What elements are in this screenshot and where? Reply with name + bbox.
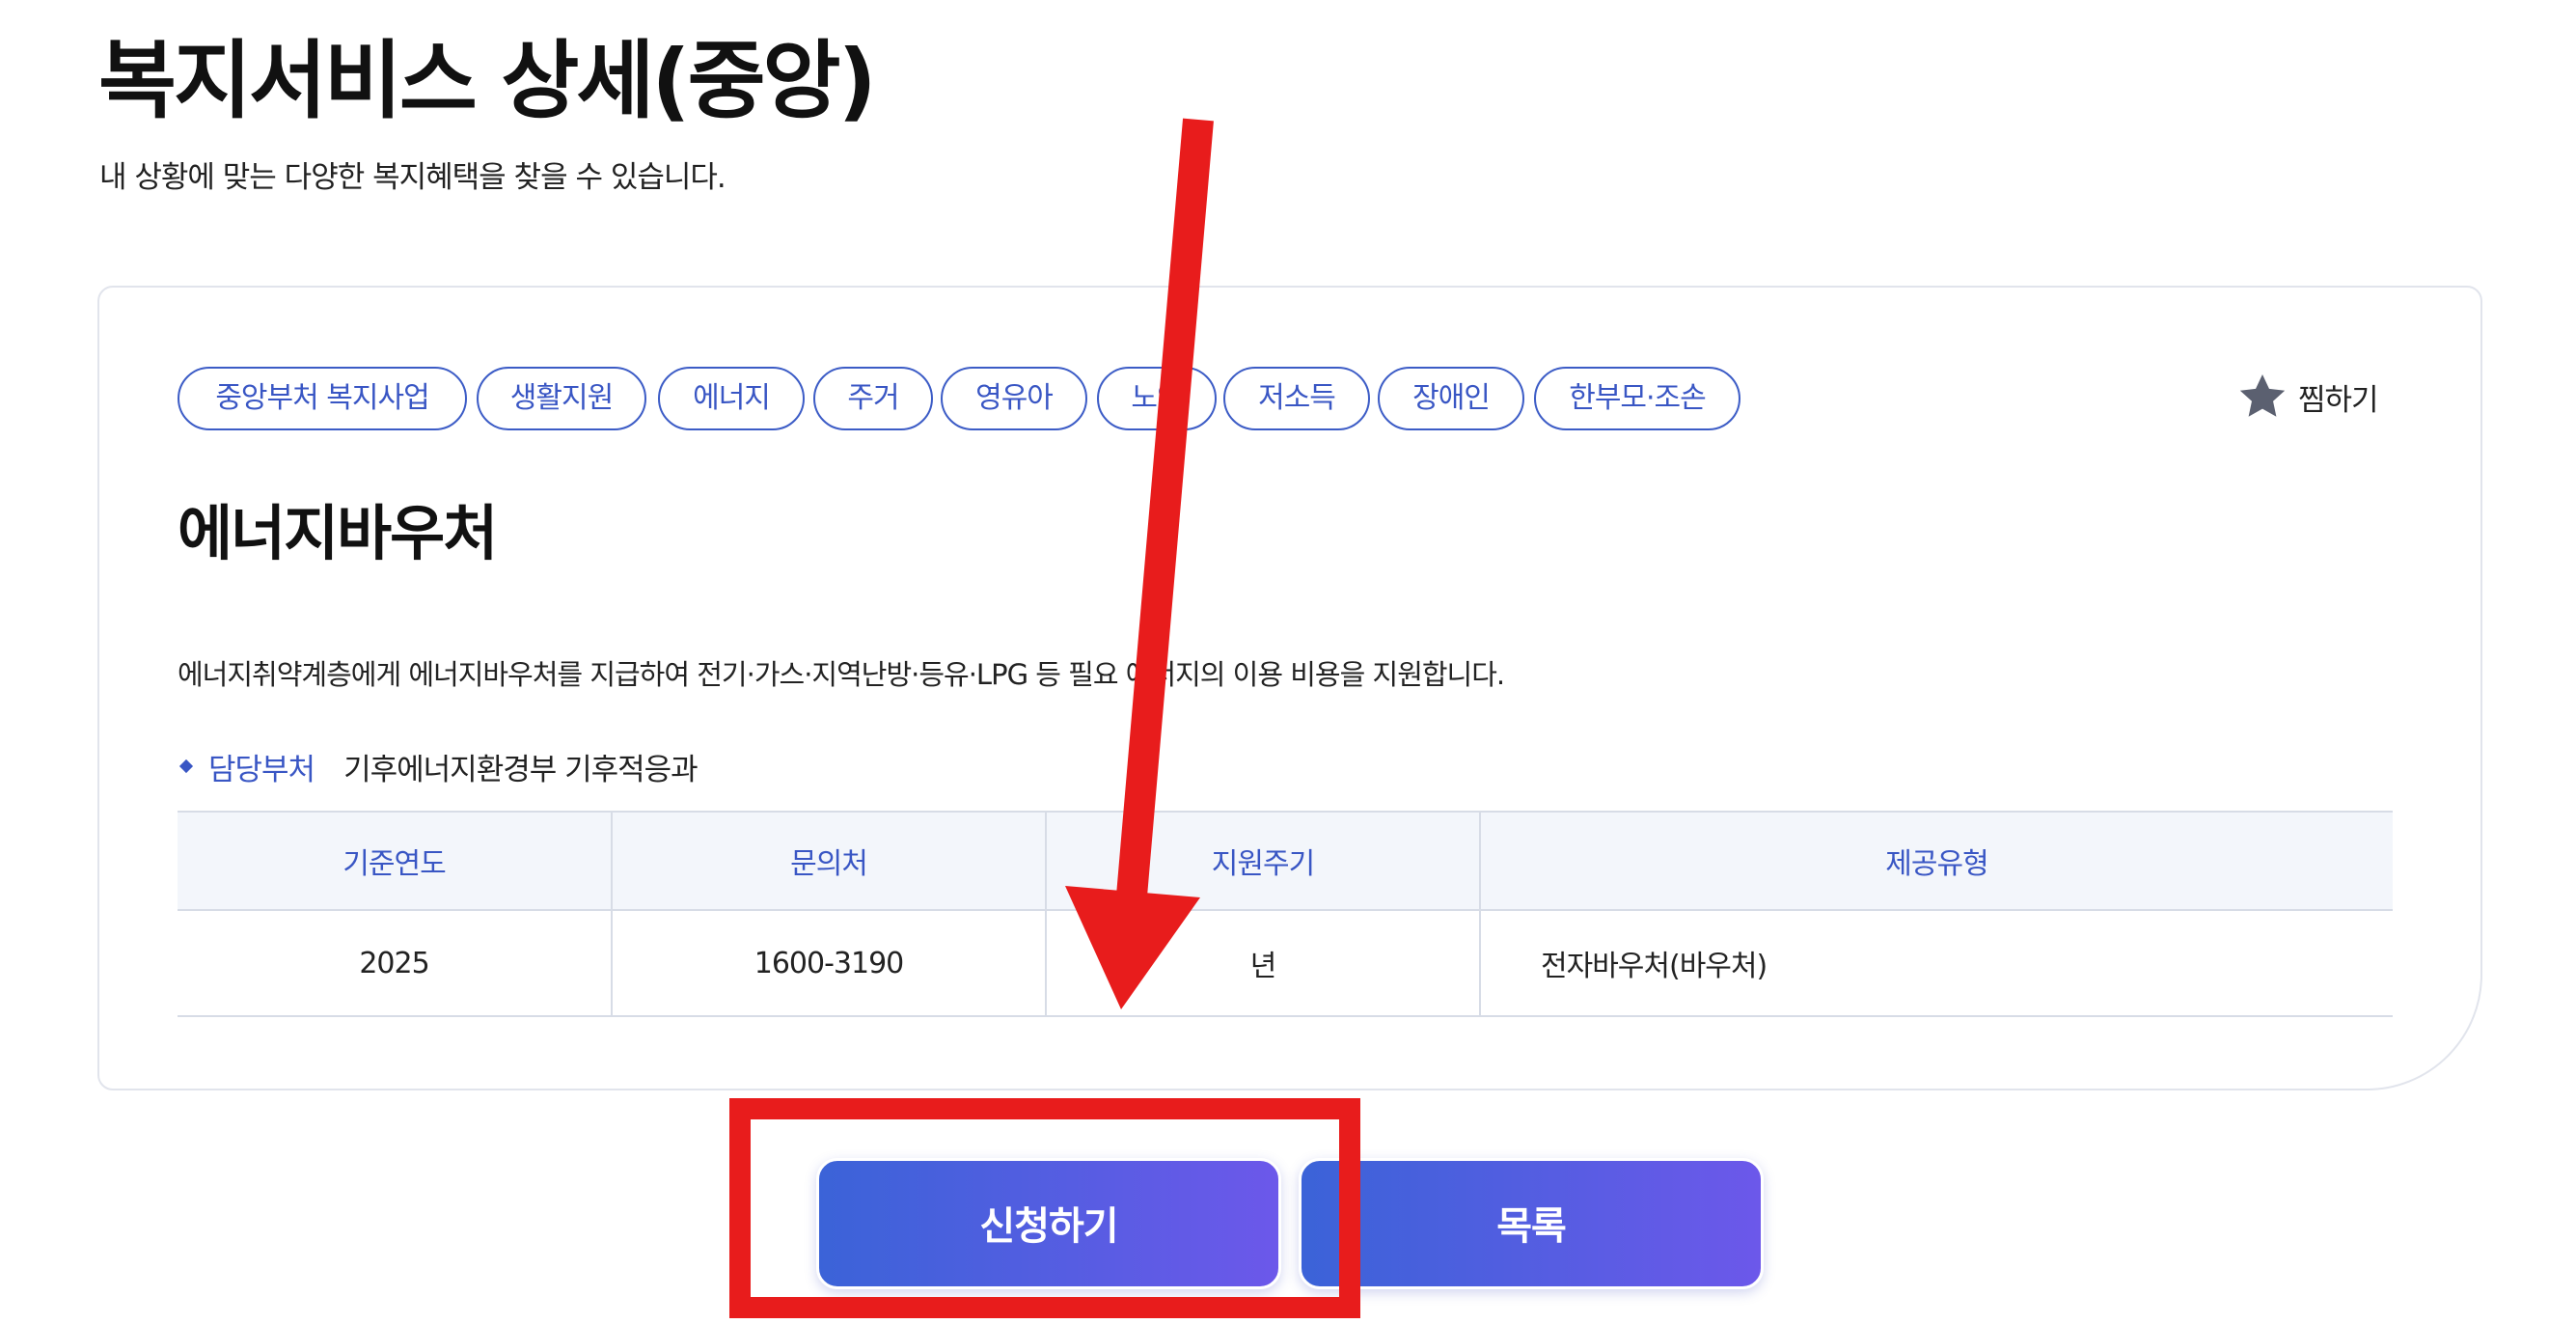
header-contact: 문의처 <box>611 811 1046 911</box>
tag-single-parent[interactable]: 한부모·조손 <box>1534 367 1740 430</box>
header-support-cycle: 지원주기 <box>1045 811 1480 911</box>
page-subtitle: 내 상황에 맞는 다양한 복지혜택을 찾을 수 있습니다. <box>99 160 726 195</box>
tag-senior[interactable]: 노인 <box>1097 367 1217 430</box>
page-title: 복지서비스 상세(중앙) <box>98 31 877 130</box>
cell-support-cycle: 년 <box>1045 910 1480 1017</box>
tag-living-support[interactable]: 생활지원 <box>477 367 646 430</box>
annotation-highlight-box <box>729 1098 1360 1318</box>
department-row: 담당부처 기후에너지환경부 기후적응과 <box>178 745 699 787</box>
list-button[interactable]: 목록 <box>1299 1158 1764 1289</box>
service-info-table: 기준연도 문의처 지원주기 제공유형 2025 1600-3190 년 전자바우… <box>178 811 2393 1017</box>
cell-base-year: 2025 <box>178 910 612 1017</box>
tag-infant[interactable]: 영유아 <box>941 367 1087 430</box>
star-icon <box>2236 371 2288 423</box>
table-row: 2025 1600-3190 년 전자바우처(바우처) <box>178 910 2393 1017</box>
diamond-bullet-icon <box>178 759 194 774</box>
favorite-label: 찜하기 <box>2298 382 2379 418</box>
department-label: 담당부처 <box>208 752 315 787</box>
tag-disabled[interactable]: 장애인 <box>1378 367 1524 430</box>
tag-energy[interactable]: 에너지 <box>658 367 805 430</box>
department-value: 기후에너지환경부 기후적응과 <box>343 752 699 787</box>
service-title: 에너지바우처 <box>178 498 498 568</box>
cell-contact: 1600-3190 <box>611 910 1046 1017</box>
cell-provision-type: 전자바우처(바우처) <box>1479 910 2393 1017</box>
service-description: 에너지취약계층에게 에너지바우처를 지급하여 전기·가스·지역난방·등유·LPG… <box>178 658 1505 691</box>
tag-low-income[interactable]: 저소득 <box>1223 367 1370 430</box>
favorite-button[interactable]: 찜하기 <box>2236 363 2379 430</box>
header-provision-type: 제공유형 <box>1479 811 2393 911</box>
table-header-row: 기준연도 문의처 지원주기 제공유형 <box>178 811 2393 911</box>
tag-central-welfare[interactable]: 중앙부처 복지사업 <box>178 367 467 430</box>
tag-housing[interactable]: 주거 <box>813 367 933 430</box>
header-base-year: 기준연도 <box>178 811 612 911</box>
